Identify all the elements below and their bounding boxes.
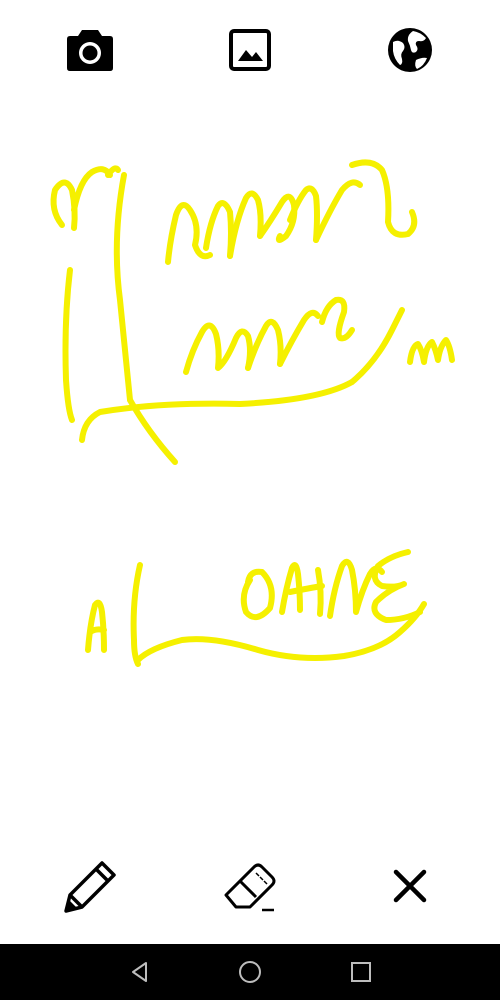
globe-button[interactable]	[382, 22, 438, 78]
camera-button[interactable]	[62, 22, 118, 78]
bottom-toolbar	[0, 845, 500, 925]
recents-square-icon	[351, 962, 371, 982]
system-navigation-bar	[0, 944, 500, 1000]
top-toolbar	[0, 22, 500, 78]
drawing-canvas[interactable]	[0, 90, 500, 830]
freehand-drawing	[50, 159, 455, 667]
eraser-button[interactable]	[218, 853, 284, 919]
nav-home-button[interactable]	[230, 952, 270, 992]
nav-back-button[interactable]	[120, 952, 160, 992]
camera-icon	[67, 30, 113, 71]
eraser-icon	[224, 863, 276, 912]
globe-icon	[388, 28, 432, 72]
gallery-button[interactable]	[222, 22, 278, 78]
home-circle-icon	[239, 961, 261, 983]
drawing-screen	[0, 0, 500, 1000]
close-button[interactable]	[380, 853, 440, 919]
close-icon	[393, 869, 427, 903]
pencil-button[interactable]	[58, 853, 124, 919]
image-gallery-icon	[229, 29, 271, 71]
back-triangle-icon	[132, 962, 147, 982]
pencil-icon	[64, 861, 116, 913]
nav-recents-button[interactable]	[341, 952, 381, 992]
